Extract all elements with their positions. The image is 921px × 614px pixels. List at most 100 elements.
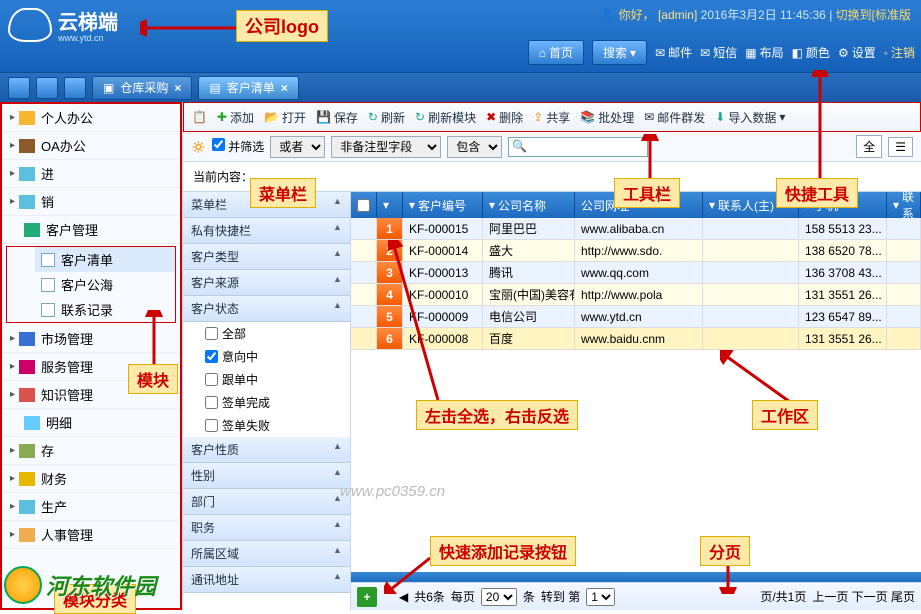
layout-link[interactable]: ▦布局 xyxy=(745,44,783,61)
col-contact[interactable]: ▾ 联系人(主) xyxy=(703,192,799,218)
filter-icon[interactable]: 🔅 xyxy=(191,140,206,154)
table-row[interactable]: 5KF-000009电信公司www.ytd.cn123 6547 89... xyxy=(351,306,921,328)
tab-customer-list[interactable]: ▤客户清单× xyxy=(198,76,298,100)
col-phone[interactable]: ▾ 手机 xyxy=(799,192,887,218)
delete-button[interactable]: ✖删除 xyxy=(486,109,523,126)
list-view-button[interactable] xyxy=(64,77,86,99)
row-checkbox[interactable] xyxy=(351,240,377,262)
open-button[interactable]: 📂打开 xyxy=(264,109,306,126)
status-intent[interactable]: 意向中 xyxy=(183,345,350,368)
color-link[interactable]: ◧颜色 xyxy=(792,44,830,61)
nav-left-button[interactable] xyxy=(8,77,30,99)
operator-select[interactable]: 包含 xyxy=(447,136,502,158)
nav-personal[interactable]: 个人办公 xyxy=(2,104,180,132)
select-all-checkbox[interactable] xyxy=(351,192,377,218)
table-row[interactable]: 4KF-000010宝丽(中国)美容有限http://www.pola131 3… xyxy=(351,284,921,306)
expand-button[interactable]: ☰ xyxy=(888,137,913,157)
col-customer-id[interactable]: ▾ 客户编号 xyxy=(403,192,483,218)
mail-group-button[interactable]: ✉邮件群发 xyxy=(644,109,705,126)
batch-button[interactable]: 📚批处理 xyxy=(580,109,634,126)
cat-source[interactable]: 客户来源 xyxy=(183,270,350,296)
cat-region[interactable]: 所属区域 xyxy=(183,541,350,567)
refresh-module-button[interactable]: ↻刷新模块 xyxy=(415,109,476,126)
cat-menubar[interactable]: 菜单栏 xyxy=(183,192,350,218)
page-nav[interactable]: 上一页 下一页 尾页 xyxy=(812,588,915,605)
nav-finance[interactable]: 财务 xyxy=(2,465,180,493)
nav-customer-list[interactable]: 客户清单 xyxy=(35,247,175,272)
row-checkbox[interactable] xyxy=(351,218,377,240)
close-icon[interactable]: × xyxy=(281,81,288,95)
search-input[interactable] xyxy=(508,137,648,157)
cat-addr[interactable]: 通讯地址 xyxy=(183,567,350,593)
cat-dept[interactable]: 部门 xyxy=(183,489,350,515)
row-checkbox[interactable] xyxy=(351,328,377,350)
cat-attr[interactable]: 客户性质 xyxy=(183,437,350,463)
col-contact2[interactable]: ▾ 联系 xyxy=(887,192,921,218)
nav-in[interactable]: 进 xyxy=(2,160,180,188)
cell-id: KF-000013 xyxy=(403,262,483,284)
cat-status[interactable]: 客户状态 xyxy=(183,296,350,322)
field-select[interactable]: 非备注型字段 xyxy=(331,136,441,158)
home-button[interactable]: ⌂首页 xyxy=(528,40,584,65)
all-button[interactable]: 全 xyxy=(856,135,882,158)
row-checkbox[interactable] xyxy=(351,262,377,284)
row-checkbox[interactable] xyxy=(351,284,377,306)
nav-market[interactable]: 市场管理 xyxy=(2,325,180,353)
grid-view-button[interactable] xyxy=(36,77,58,99)
nav-knowledge[interactable]: 知识管理 xyxy=(2,381,180,409)
calendar-icon[interactable]: 📋 xyxy=(192,110,207,124)
cat-gender[interactable]: 性别 xyxy=(183,463,350,489)
goto-page-select[interactable]: 1 xyxy=(586,588,615,606)
status-all[interactable]: 全部 xyxy=(183,322,350,345)
table-row[interactable]: 1KF-000015阿里巴巴www.alibaba.cn158 5513 23.… xyxy=(351,218,921,240)
mail-link[interactable]: ✉邮件 xyxy=(655,44,692,61)
settings-link[interactable]: ⚙设置 xyxy=(838,44,876,61)
nav-hr[interactable]: 人事管理 xyxy=(2,521,180,549)
nav-customer-pool[interactable]: 客户公海 xyxy=(35,272,175,297)
col-rownum[interactable]: ▾ xyxy=(377,192,403,218)
status-signed[interactable]: 签单完成 xyxy=(183,391,350,414)
cat-private[interactable]: 私有快捷栏 xyxy=(183,218,350,244)
logic-select[interactable]: 或者 xyxy=(270,136,325,158)
nav-production[interactable]: 生产 xyxy=(2,493,180,521)
close-icon[interactable]: × xyxy=(174,81,181,95)
row-checkbox[interactable] xyxy=(351,306,377,328)
share-button[interactable]: ⇪共享 xyxy=(533,109,570,126)
status-failed[interactable]: 签单失败 xyxy=(183,414,350,437)
cell-rest xyxy=(887,328,921,350)
status-follow[interactable]: 跟单中 xyxy=(183,368,350,391)
nav-oa[interactable]: OA办公 xyxy=(2,132,180,160)
pagesize-select[interactable]: 20 xyxy=(481,588,517,606)
nav-out[interactable]: 销 xyxy=(2,188,180,216)
refresh-button[interactable]: ↻刷新 xyxy=(368,109,405,126)
add-button[interactable]: ✚添加 xyxy=(217,109,254,126)
people-icon xyxy=(19,528,35,542)
nav-contact-log[interactable]: 联系记录 xyxy=(35,297,175,322)
import-button[interactable]: ⬇导入数据▾ xyxy=(715,109,785,126)
table-row[interactable]: 2KF-000014盛大http://www.sdo.138 6520 78..… xyxy=(351,240,921,262)
nav-inventory[interactable]: 存 xyxy=(2,437,180,465)
switch-edition-link[interactable]: 切换到[标准版 xyxy=(836,8,911,22)
cat-type[interactable]: 客户类型 xyxy=(183,244,350,270)
grid-scrollbar[interactable] xyxy=(351,572,921,582)
save-button[interactable]: 💾保存 xyxy=(316,109,358,126)
tab-warehouse[interactable]: ▣仓库采购× xyxy=(92,76,192,100)
cell-id: KF-000015 xyxy=(403,218,483,240)
nav-detail[interactable]: 明细 xyxy=(2,409,180,437)
user-name: [admin] xyxy=(658,8,697,22)
search-button[interactable]: 搜索▾ xyxy=(592,40,647,65)
quick-add-button[interactable]: + xyxy=(357,587,377,607)
logout-link[interactable]: ◦注销 xyxy=(884,44,915,61)
table-row[interactable]: 6KF-000008百度www.baidu.cnm131 3551 26... xyxy=(351,328,921,350)
nav-service[interactable]: 服务管理 xyxy=(2,353,180,381)
combine-filter-checkbox[interactable]: 并筛选 xyxy=(212,138,264,155)
current-content-label: 当前内容： xyxy=(183,162,921,192)
col-company-name[interactable]: ▾ 公司名称 xyxy=(483,192,575,218)
cat-job[interactable]: 职务 xyxy=(183,515,350,541)
nav-customer-mgmt[interactable]: 客户管理 xyxy=(2,216,180,244)
sms-link[interactable]: ✉短信 xyxy=(700,44,737,61)
table-row[interactable]: 3KF-000013腾讯www.qq.com136 3708 43... xyxy=(351,262,921,284)
tab-bar: ▣仓库采购× ▤客户清单× xyxy=(0,72,921,102)
plus-icon: ✚ xyxy=(217,110,227,124)
col-company-url[interactable]: 公司网址 xyxy=(575,192,703,218)
